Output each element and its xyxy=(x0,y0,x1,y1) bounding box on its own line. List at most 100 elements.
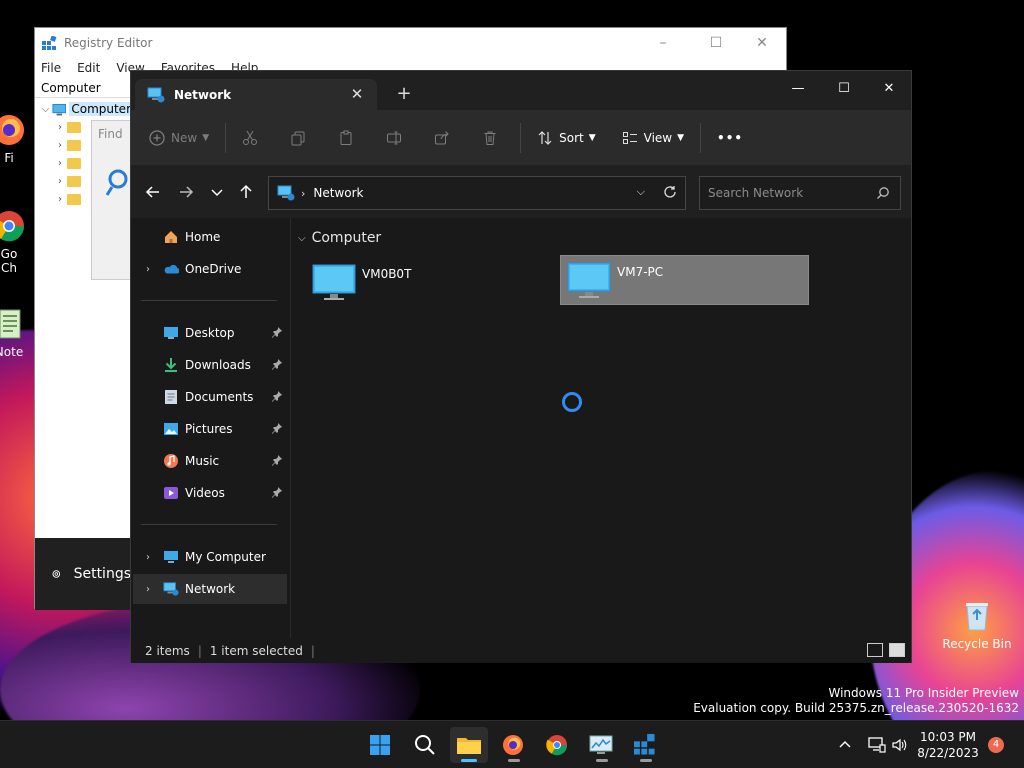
pin-icon[interactable] xyxy=(271,486,283,498)
breadcrumb-chevron-icon[interactable]: › xyxy=(301,187,305,200)
new-button[interactable]: New ▼ xyxy=(149,122,209,154)
close-button[interactable]: ✕ xyxy=(866,75,912,103)
taskbar-resource-monitor[interactable] xyxy=(582,727,620,763)
view-button[interactable]: View ▼ xyxy=(622,122,684,154)
regedit-find-dialog[interactable]: Find xyxy=(91,120,135,280)
back-button[interactable] xyxy=(141,180,165,204)
sidebar-item-videos[interactable]: Videos xyxy=(133,478,287,508)
chevron-right-icon[interactable]: › xyxy=(53,140,67,151)
tree-item-computer[interactable]: ⌵ Computer xyxy=(39,100,133,118)
maximize-button[interactable]: ☐ xyxy=(821,75,867,103)
chevron-down-icon: ▼ xyxy=(202,132,210,143)
settings-label: Settings xyxy=(73,566,131,582)
minimize-button[interactable]: — xyxy=(775,75,821,103)
search-input[interactable] xyxy=(700,177,870,209)
regedit-maximize-button[interactable]: ☐ xyxy=(693,33,739,53)
arrow-up-icon xyxy=(240,184,252,198)
up-button[interactable] xyxy=(234,180,258,204)
delete-button[interactable] xyxy=(482,122,504,154)
see-more-button[interactable]: ••• xyxy=(717,122,743,154)
sidebar-item-desktop[interactable]: Desktop xyxy=(133,318,287,348)
address-bar[interactable]: › Network ⌵ xyxy=(268,176,686,210)
address-history-chevron-icon[interactable]: ⌵ xyxy=(637,185,645,199)
share-button[interactable] xyxy=(434,122,456,154)
clock-date: 8/22/2023 xyxy=(917,746,979,760)
pin-icon[interactable] xyxy=(271,390,283,402)
taskbar-search-button[interactable] xyxy=(406,727,444,763)
sidebar-item-home[interactable]: Home xyxy=(133,222,287,252)
chevron-down-icon: ▼ xyxy=(677,132,685,143)
recent-locations-button[interactable] xyxy=(205,180,229,204)
tab-network[interactable]: Network ✕ xyxy=(135,79,377,110)
start-button[interactable] xyxy=(361,727,399,763)
chevron-right-icon[interactable]: › xyxy=(133,584,163,595)
taskbar-file-explorer[interactable] xyxy=(450,727,488,763)
network-item-vm0b0t[interactable]: VM0B0T xyxy=(306,258,555,308)
breadcrumb-network[interactable]: Network xyxy=(313,186,363,200)
sidebar-item-network[interactable]: › Network xyxy=(133,574,287,604)
search-box[interactable] xyxy=(699,176,901,210)
tab-close-icon[interactable]: ✕ xyxy=(347,84,367,104)
regedit-menu-file[interactable]: File xyxy=(41,61,61,75)
search-icon xyxy=(415,735,435,755)
computer-icon xyxy=(164,551,178,563)
regedit-minimize-button[interactable]: – xyxy=(640,33,686,53)
taskbar-chrome[interactable] xyxy=(538,727,576,763)
paste-button[interactable] xyxy=(338,122,360,154)
chevron-right-icon[interactable]: › xyxy=(133,264,163,275)
system-clock[interactable]: 10:03 PM 8/22/2023 xyxy=(908,729,988,761)
chevron-right-icon[interactable]: › xyxy=(133,552,163,563)
chevron-right-icon[interactable]: › xyxy=(53,122,67,133)
cut-button[interactable] xyxy=(242,122,264,154)
taskbar-firefox[interactable] xyxy=(494,727,532,763)
sort-button[interactable]: Sort ▼ xyxy=(537,122,596,154)
toolbar-divider xyxy=(520,122,522,153)
view-button-label: View xyxy=(643,130,673,145)
file-explorer-window[interactable]: Network ✕ + — ☐ ✕ New ▼ Sort ▼ View ▼ ••… xyxy=(130,70,912,663)
show-hidden-icons-chevron-icon[interactable] xyxy=(838,735,852,755)
settings-panel[interactable]: Settings xyxy=(35,538,131,610)
details-view-icon[interactable] xyxy=(867,643,883,657)
chrome-icon xyxy=(0,211,25,242)
scissors-icon xyxy=(243,130,258,145)
pin-icon[interactable] xyxy=(271,326,283,338)
sidebar-item-documents[interactable]: Documents xyxy=(133,382,287,412)
pin-icon[interactable] xyxy=(271,454,283,466)
chevron-right-icon[interactable]: › xyxy=(53,176,67,187)
file-list-area[interactable]: ⌵ Computer VM0B0T VM7-PC xyxy=(292,218,911,638)
chevron-right-icon[interactable]: › xyxy=(53,194,67,205)
sidebar-item-pictures[interactable]: Pictures xyxy=(133,414,287,444)
sidebar-item-music[interactable]: Music xyxy=(133,446,287,476)
sidebar-item-downloads[interactable]: Downloads xyxy=(133,350,287,380)
pin-icon[interactable] xyxy=(271,358,283,370)
chevron-down-icon[interactable]: ⌵ xyxy=(298,233,306,244)
desktop-icon-recycle-bin[interactable]: Recycle Bin xyxy=(940,598,1014,651)
large-icons-view-icon[interactable] xyxy=(889,643,905,657)
chevron-right-icon[interactable]: › xyxy=(53,158,67,169)
refresh-icon[interactable] xyxy=(663,185,677,199)
notification-badge[interactable]: 4 xyxy=(988,737,1004,753)
taskbar: 10:03 PM 8/22/2023 4 xyxy=(0,720,1024,768)
explorer-tab-bar[interactable]: Network ✕ + — ☐ ✕ xyxy=(131,71,911,110)
group-header-computer[interactable]: ⌵ Computer xyxy=(298,230,381,246)
rename-button[interactable] xyxy=(386,122,408,154)
network-status-icon[interactable] xyxy=(868,735,886,755)
forward-button[interactable] xyxy=(174,180,198,204)
sidebar-item-my-computer[interactable]: › My Computer xyxy=(133,542,287,572)
volume-icon[interactable] xyxy=(891,735,907,755)
chevron-down-icon[interactable]: ⌵ xyxy=(39,104,52,115)
taskbar-registry-editor[interactable] xyxy=(626,727,664,763)
sidebar-item-onedrive[interactable]: › OneDrive xyxy=(133,254,287,284)
regedit-titlebar[interactable]: Registry Editor – ☐ ✕ xyxy=(35,28,786,58)
regedit-close-button[interactable]: ✕ xyxy=(739,33,785,53)
network-item-vm7-pc[interactable]: VM7-PC xyxy=(560,255,809,305)
regedit-menu-edit[interactable]: Edit xyxy=(77,61,100,75)
new-tab-button[interactable]: + xyxy=(393,83,415,105)
search-icon[interactable] xyxy=(876,186,890,200)
notepad-icon xyxy=(0,309,21,339)
folder-icon xyxy=(67,193,81,205)
pin-icon[interactable] xyxy=(271,422,283,434)
status-selection: 1 item selected xyxy=(209,643,303,658)
copy-button[interactable] xyxy=(290,122,312,154)
status-divider: | xyxy=(310,643,315,658)
